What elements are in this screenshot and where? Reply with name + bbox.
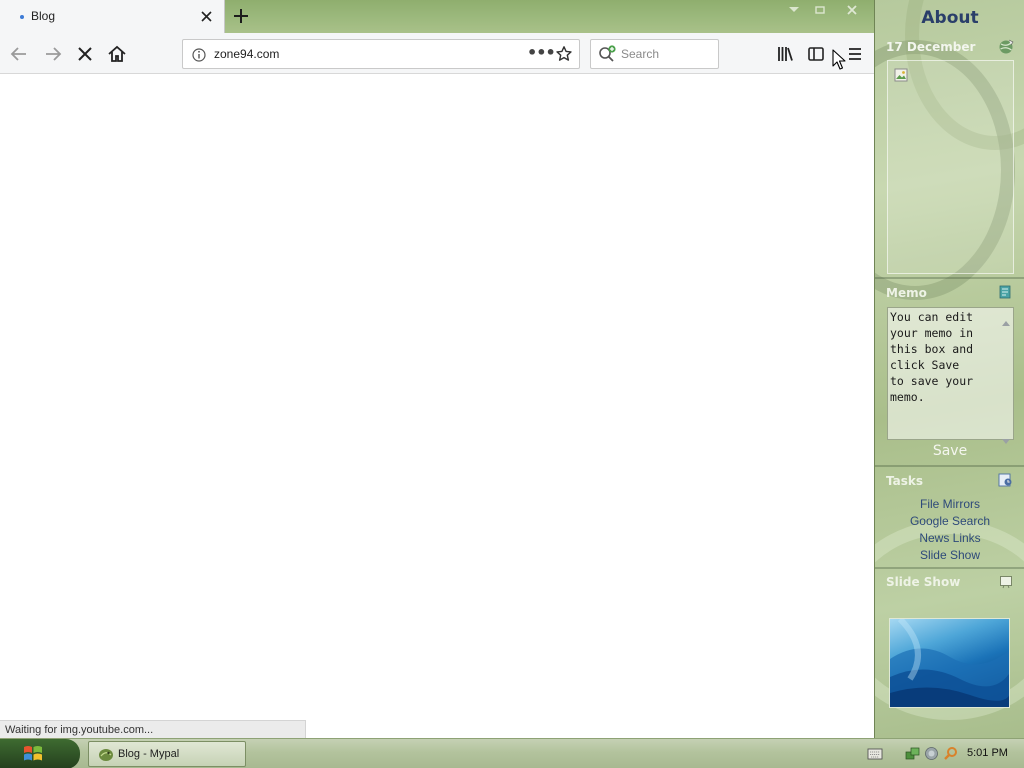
globe-icon[interactable] [997,38,1015,56]
slideshow-settings-icon[interactable] [999,574,1013,589]
restore-icon[interactable] [810,2,830,16]
tab-strip: Blog [0,0,874,33]
scroll-down-arrow-icon[interactable] [1002,430,1010,444]
search-placeholder: Search [621,47,660,61]
address-bar[interactable]: zone94.com ••• [182,39,580,69]
slideshow-waves [890,619,1009,707]
desktop-sidebar: About 17 December Memo You can edit your… [874,0,1024,738]
status-bar: Waiting for img.youtube.com... [0,720,306,738]
window-close-icon[interactable] [842,2,862,16]
scroll-up-arrow-icon[interactable] [1002,311,1010,326]
home-button[interactable] [104,41,130,67]
new-tab-button[interactable] [230,5,252,27]
memo-gadget-title: Memo [886,286,927,300]
windows-logo-icon [22,743,44,765]
bookmark-star-icon[interactable] [555,45,573,63]
taskbar-item-browser[interactable]: Blog - Mypal [88,741,246,767]
memo-textarea[interactable]: You can edit your memo in this box and c… [887,307,1014,444]
keyboard-icon[interactable] [866,746,884,762]
search-icon[interactable] [598,45,618,63]
tasks-gadget-title: Tasks [886,474,924,488]
page-actions-menu-icon[interactable]: ••• [527,43,556,62]
notepad-icon[interactable] [997,284,1013,300]
slideshow-gadget-title: Slide Show [886,575,961,589]
stop-button[interactable] [72,41,98,67]
taskbar-clock[interactable]: 5:01 PM [967,747,1008,759]
start-button[interactable] [0,739,80,768]
task-link-news-links[interactable]: News Links [875,531,1024,545]
memo-save-button[interactable]: Save [875,443,1024,459]
mouse-cursor-icon [832,49,846,71]
gadget-divider [875,567,1024,569]
tab-title: Blog [31,9,56,23]
gadget-divider [875,277,1024,279]
back-button[interactable] [6,41,32,67]
site-info-icon[interactable] [192,47,206,62]
slideshow-image[interactable] [889,618,1010,708]
date-label: 17 December [886,40,976,54]
tasks-settings-icon[interactable] [997,472,1013,488]
network-tray-icon[interactable] [905,746,920,761]
about-gadget-title: About [921,8,979,28]
tab-loading-indicator [20,15,24,19]
sidebar-toggle-icon[interactable] [803,41,829,67]
tab-close-icon[interactable] [198,6,216,26]
gadget-divider [875,465,1024,467]
taskbar-item-label: Blog - Mypal [118,748,180,760]
broken-image-icon [894,67,908,82]
task-link-google-search[interactable]: Google Search [875,514,1024,528]
search-tray-icon[interactable] [943,746,958,761]
search-bar[interactable]: Search [590,39,719,69]
navigation-toolbar: zone94.com ••• Search [0,33,874,74]
library-icon[interactable] [772,41,798,67]
memo-text[interactable]: You can edit your memo in this box and c… [890,309,1002,405]
tab-blog[interactable]: Blog [0,0,225,33]
task-link-slide-show[interactable]: Slide Show [875,548,1024,562]
browser-window: Blog zone94.com ••• Search Waiting for i… [0,0,874,738]
mypal-app-icon [98,747,114,762]
forward-button[interactable] [40,41,66,67]
url-text[interactable]: zone94.com [214,47,279,61]
minimize-icon[interactable] [784,2,804,16]
photo-frame[interactable] [887,60,1014,274]
task-link-file-mirrors[interactable]: File Mirrors [875,497,1024,511]
taskbar: Blog - Mypal 5:01 PM [0,738,1024,768]
volume-tray-icon[interactable] [924,746,939,761]
